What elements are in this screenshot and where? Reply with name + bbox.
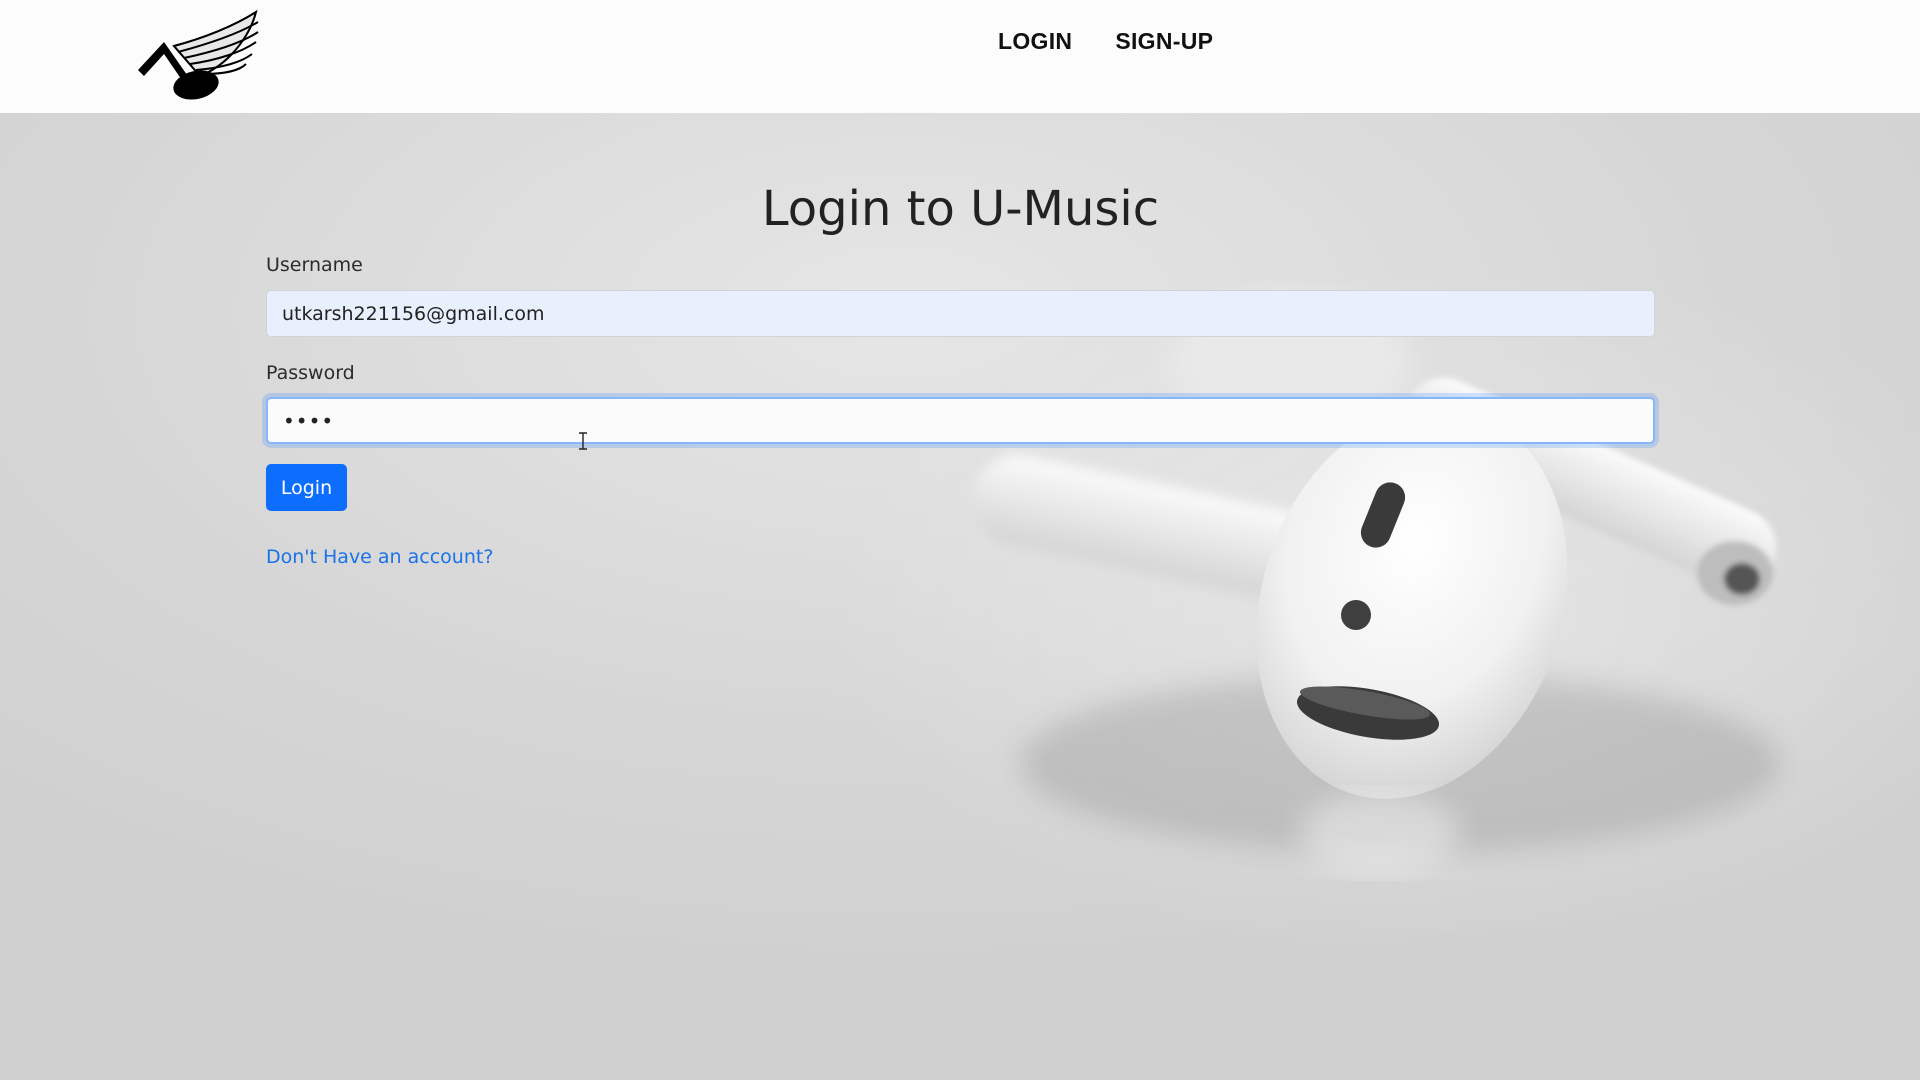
username-field[interactable]: utkarsh221156@gmail.com [266,290,1655,337]
password-label: Password [266,362,355,384]
signup-prompt-link[interactable]: Don't Have an account? [266,546,493,568]
password-field[interactable]: •••• [266,397,1655,444]
page-title: Login to U-Music [761,181,1160,237]
nav-links: LOGIN SIGN-UP [998,26,1256,56]
username-label: Username [266,254,363,276]
nav-signup-link[interactable]: SIGN-UP [1115,28,1213,55]
navbar: LOGIN SIGN-UP [0,0,1920,113]
login-button[interactable]: Login [266,464,347,511]
text-cursor-icon [579,432,587,450]
music-note-logo-icon[interactable] [134,8,260,106]
username-value: utkarsh221156@gmail.com [282,302,545,325]
password-masked-value: •••• [283,408,335,433]
nav-login-link[interactable]: LOGIN [998,28,1072,55]
